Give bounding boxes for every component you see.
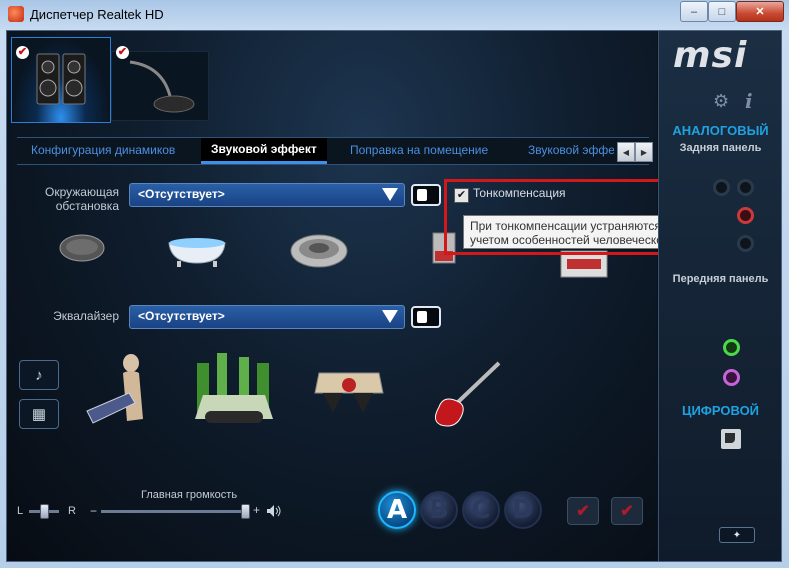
- tab-scroll-right-button[interactable]: ▶: [635, 142, 653, 162]
- sewer-preset-icon[interactable]: [57, 231, 107, 265]
- device-panel: msi ⚙ i АНАЛОГОВЫЙ Задняя панель Передня…: [658, 31, 781, 561]
- wrench-icon: ✦: [732, 529, 742, 541]
- speakers-icon: [36, 53, 86, 105]
- digital-title: ЦИФРОВОЙ: [681, 403, 760, 418]
- speakers-default-check-icon: ✔: [16, 46, 29, 59]
- microphone-device-tile[interactable]: ✔: [111, 46, 209, 121]
- environment-label-line1: Окружающая: [44, 185, 119, 199]
- environment-label: Окружающая обстановка: [27, 185, 119, 213]
- title-bar: Диспетчер Realtek HD – □ ✕: [0, 0, 789, 28]
- balance-left-label: L: [17, 505, 24, 517]
- wrench-settings-button[interactable]: ✦: [719, 527, 755, 543]
- balance-right-label: R: [68, 505, 76, 517]
- equalizer-dropdown[interactable]: <Отсутствует>: [129, 305, 405, 329]
- keyboardist-preset-icon[interactable]: [83, 349, 153, 429]
- environment-toggle[interactable]: [411, 184, 441, 206]
- equalizer-label: Эквалайзер: [53, 309, 119, 323]
- tab-sound-effects[interactable]: Звуковой эффект: [201, 138, 327, 164]
- environment-value: <Отсутствует>: [138, 187, 225, 201]
- maximize-button[interactable]: □: [708, 1, 736, 22]
- optical-port-icon[interactable]: [721, 429, 741, 449]
- speaker-volume-icon[interactable]: [266, 504, 282, 518]
- rock-guitar-preset-icon[interactable]: [429, 359, 503, 431]
- equalizer-toggle[interactable]: [411, 306, 441, 328]
- club-preset-icon[interactable]: [191, 349, 277, 427]
- chevron-down-icon: [382, 188, 398, 201]
- profile-c-button[interactable]: C: [462, 491, 500, 529]
- check-icon: ✔: [576, 503, 590, 520]
- tab-strip: Конфигурация динамиков Звуковой эффект П…: [17, 137, 653, 165]
- window-title: Диспетчер Realtek HD: [30, 7, 164, 22]
- front-headphone-jack[interactable]: [723, 339, 740, 356]
- arena-preset-icon[interactable]: [289, 227, 349, 269]
- profile-d-button[interactable]: D: [504, 491, 542, 529]
- save-profile-button[interactable]: ✔: [567, 497, 599, 525]
- rear-jack-active[interactable]: [737, 207, 754, 224]
- balance-slider-thumb[interactable]: [40, 504, 49, 519]
- profile-b-button[interactable]: B: [420, 491, 458, 529]
- main-volume-label: Главная громкость: [141, 489, 238, 501]
- environment-label-line2: обстановка: [55, 199, 119, 213]
- equalizer-value: <Отсутствует>: [138, 309, 225, 323]
- check-arrow-icon: ✔: [620, 503, 634, 520]
- close-button[interactable]: ✕: [736, 1, 784, 22]
- front-panel-label: Передняя панель: [672, 273, 769, 285]
- info-icon[interactable]: i: [745, 89, 753, 113]
- guitar-mode-button[interactable]: ♪: [19, 360, 59, 390]
- tab-room-correction[interactable]: Поправка на помещение: [350, 143, 488, 157]
- live-preset-icon[interactable]: [313, 363, 385, 423]
- guitar-icon: ♪: [35, 366, 43, 384]
- rear-jack-2[interactable]: [737, 179, 754, 196]
- msi-logo: msi: [673, 35, 748, 76]
- realtek-window: Диспетчер Realtek HD – □ ✕ ✔ ✔ Конфигура…: [0, 0, 789, 568]
- minimize-button[interactable]: –: [680, 1, 708, 22]
- volume-minus-icon[interactable]: −: [90, 504, 97, 518]
- volume-plus-icon[interactable]: +: [253, 503, 260, 517]
- gear-icon[interactable]: ⚙: [713, 91, 729, 112]
- profile-a-button[interactable]: A: [378, 491, 416, 529]
- bathroom-preset-icon[interactable]: [165, 229, 229, 269]
- rear-jack-1[interactable]: [713, 179, 730, 196]
- rear-jack-3[interactable]: [737, 235, 754, 252]
- tab-speaker-configuration[interactable]: Конфигурация динамиков: [31, 143, 175, 157]
- main-panel: ✔ ✔ Конфигурация динамиков Звуковой эффе…: [7, 31, 781, 561]
- client-area: ✔ ✔ Конфигурация динамиков Звуковой эффе…: [6, 30, 782, 562]
- equalizer-icon: ▦: [31, 406, 47, 423]
- microphone-icon: [129, 60, 195, 113]
- front-mic-jack[interactable]: [723, 369, 740, 386]
- tab-sound-effects-2[interactable]: Звуковой эффе: [528, 143, 614, 157]
- chevron-down-icon: [382, 310, 398, 323]
- graphic-eq-button[interactable]: ▦: [19, 399, 59, 429]
- speakers-device-tile[interactable]: ✔: [11, 37, 111, 123]
- rear-panel-label: Задняя панель: [679, 142, 762, 154]
- main-volume-slider[interactable]: [101, 510, 247, 513]
- tab-scroll-left-button[interactable]: ◀: [617, 142, 635, 162]
- realtek-app-icon: [8, 6, 24, 22]
- main-volume-slider-thumb[interactable]: [241, 504, 250, 519]
- environment-dropdown[interactable]: <Отсутствует>: [129, 183, 405, 207]
- analog-title: АНАЛОГОВЫЙ: [672, 123, 769, 138]
- reset-profile-button[interactable]: ✔: [611, 497, 643, 525]
